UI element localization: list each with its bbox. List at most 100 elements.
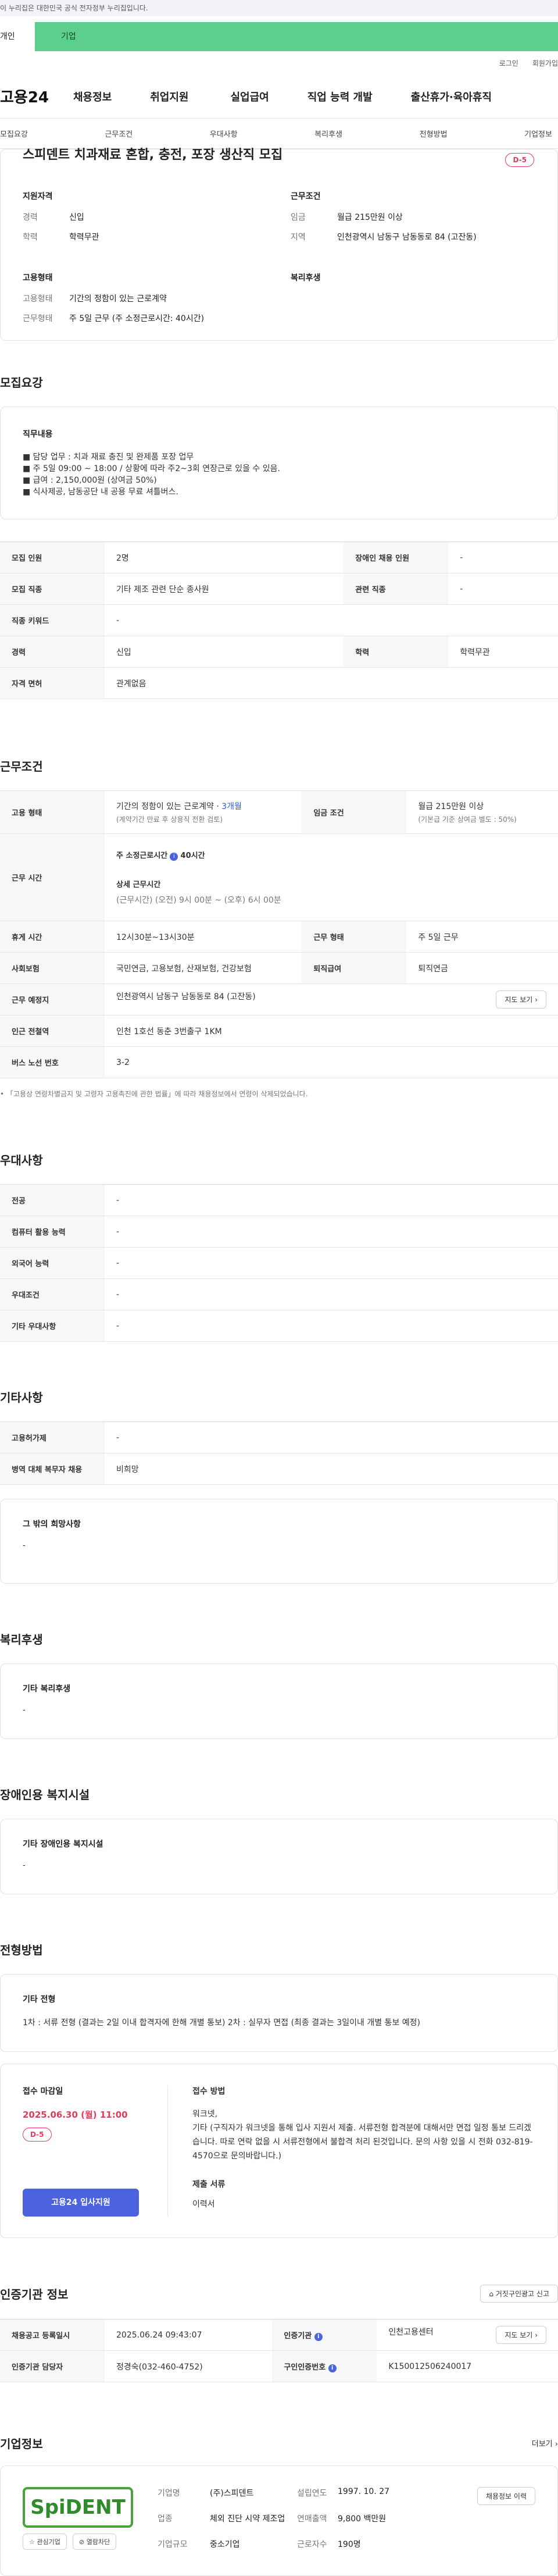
table-value: 정경숙(032-460-4752)	[105, 2350, 273, 2382]
subnav-selection[interactable]: 전형방법	[420, 128, 448, 139]
gnb-item-jobs[interactable]: 채용정보	[73, 89, 112, 104]
table-value: 인천 1호선 동춘 3번출구 1KM	[105, 1015, 558, 1047]
duty-line: ■ 급여 : 2,150,000원 (상여금 50%)	[23, 476, 157, 485]
docs-title: 제출 서류	[192, 2180, 226, 2189]
subnav-company[interactable]: 기업정보	[524, 128, 552, 139]
method-title: 접수 방법	[192, 2087, 226, 2096]
wage-value: 월급 215만원 이상	[418, 802, 484, 811]
table-row: 버스 노선 번호 3-2	[0, 1046, 558, 1078]
table-key: 직종 키워드	[0, 604, 105, 636]
summary-welfare: 복리후생	[291, 272, 535, 332]
age-footnote: • 「고용상 연령차별금지 및 고령자 고용촉진에 관한 법률」에 따라 채용정…	[0, 1090, 308, 1098]
table-key: 인증기관 i	[272, 2319, 377, 2351]
table-key: 컴퓨터 활용 능력	[0, 1216, 105, 1248]
recruit-table: 모집 인원 2명 장애인 채용 인원 - 모집 직종 기타 제조 관련 단순 종사원 …	[0, 541, 558, 699]
table-row: 자격 면허 관계없음	[0, 667, 558, 699]
table-row: 병역 대체 복무자 채용 비희망	[0, 1453, 558, 1485]
logo[interactable]: 고용24	[0, 85, 73, 107]
block-icon: ⊘	[79, 2538, 85, 2546]
subnav-prefer[interactable]: 우대사항	[210, 128, 238, 139]
duty-box: 직무내용 ■ 담당 업무 : 치과 재료 충진 및 완제품 포장 업무 ■ 주 …	[0, 407, 558, 519]
company-key: 업종	[158, 2514, 173, 2524]
gnb-item-unemployment[interactable]: 실업급여	[231, 89, 269, 104]
global-nav: 고용24 채용정보 취업지원 실업급여 직업 능력 개발 출산휴가·육아휴직	[0, 74, 558, 119]
map-view-label: 지도 보기	[505, 996, 533, 1004]
duty-title: 직무내용	[23, 430, 53, 439]
deadline-dday-badge: D-5	[23, 2128, 52, 2142]
subnav-welfare[interactable]: 복리후생	[314, 128, 342, 139]
table-row: 휴게 시간 12시30분~13시30분 근무 형태 주 5일 근무	[0, 921, 558, 953]
subnav-recruit[interactable]: 모집요강	[0, 128, 28, 139]
summary-value: 월급 215만원 이상	[337, 213, 403, 222]
company-value: 체외 진단 시약 제조업	[210, 2514, 285, 2524]
section-title-work: 근무조건	[0, 760, 43, 774]
map-view-button[interactable]: 지도 보기 ›	[496, 991, 546, 1009]
info-icon[interactable]: i	[170, 853, 178, 861]
table-value: -	[448, 541, 558, 573]
cert-org-value: 인천고용센터	[388, 2328, 434, 2337]
std-hours-label: 주 소정근로시간	[116, 851, 168, 860]
subnav-work[interactable]: 근무조건	[105, 128, 133, 139]
table-value: 퇴직연금	[406, 952, 558, 984]
table-key: 퇴직급여	[302, 952, 407, 984]
method-value-1: 워크넷,	[192, 2110, 218, 2119]
table-key: 근무 예정지	[0, 984, 105, 1016]
table-value: 주 소정근로시간 i 40시간 상세 근무시간 (근무시간) (오전) 9시 0…	[105, 833, 558, 921]
table-value: 학력무관	[448, 636, 558, 668]
duty-line: ■ 식사제공, 남동공단 내 공용 무료 셔틀버스.	[23, 487, 178, 497]
summary-qualification: 지원자격 경력 신입 학력 학력무관	[23, 190, 267, 251]
detail-hours-label: 상세 근무시간	[116, 881, 161, 889]
recruit-history-button[interactable]: 채용정보 이력	[477, 2487, 535, 2505]
table-row: 기타 우대사항 -	[0, 1310, 558, 1342]
login-link[interactable]: 로그인	[499, 58, 518, 68]
table-row: 인증기관 담당자 정경숙(032-460-4752) 구인인증번호 i K1500…	[0, 2350, 558, 2382]
table-row: 고용허가제 -	[0, 1421, 558, 1453]
cert-table: 채용공고 등록일시 2025.06.24 09:43:07 인증기관 i 인천고용…	[0, 2319, 558, 2382]
report-fake-ad-button[interactable]: ⌂ 거짓구인광고 신고	[480, 2285, 558, 2303]
table-value: -	[105, 1421, 558, 1453]
table-key: 고용 형태	[0, 790, 105, 834]
table-value: 주 5일 근무	[406, 921, 558, 953]
info-icon[interactable]: i	[328, 2364, 337, 2372]
etc-table: 고용허가제 - 병역 대체 복무자 채용 비희망	[0, 1421, 558, 1485]
summary-conditions: 근무조건 임금 월급 215만원 이상 지역 인천광역시 남동구 남동동로 84 (…	[291, 190, 535, 251]
favorite-company-button[interactable]: ☆ 관심기업	[23, 2534, 67, 2550]
table-value: 국민연금, 고용보험, 산재보험, 건강보험	[105, 952, 302, 984]
apply-method: 접수 방법 워크넷, 기타 (구직자가 워크넷을 통해 입사 지원서 제출. 서…	[168, 2085, 535, 2217]
info-icon[interactable]: i	[314, 2332, 323, 2341]
deadline-value: 2025.06.30 (월) 11:00	[23, 2110, 128, 2120]
summary-value: 주 5일 근무 (주 소정근로시간: 40시간)	[69, 314, 205, 323]
chevron-right-icon: ›	[535, 996, 538, 1004]
deadline-title: 접수 마감일	[23, 2087, 63, 2096]
cert-number-key: 구인인증번호	[284, 2363, 326, 2372]
more-label: 더보기	[531, 2440, 553, 2449]
header-util: 로그인 회원가입	[0, 51, 558, 74]
gnb-item-employment-support[interactable]: 취업지원	[150, 89, 188, 104]
tab-company[interactable]: 기업	[35, 22, 558, 51]
section-title-welfare: 복리후생	[0, 1633, 43, 1647]
cert-header: 인증기관 정보 ⌂ 거짓구인광고 신고	[0, 2285, 558, 2303]
more-link[interactable]: 더보기 ›	[532, 2438, 558, 2449]
table-key: 채용공고 등록일시	[0, 2319, 105, 2351]
tab-personal[interactable]: 개인	[0, 22, 35, 51]
cert-map-view-button[interactable]: 지도 보기 ›	[496, 2326, 546, 2344]
apply-button[interactable]: 고용24 입사지원	[23, 2189, 139, 2217]
join-link[interactable]: 회원가입	[532, 58, 558, 68]
table-row: 인근 전철역 인천 1호선 동춘 3번출구 1KM	[0, 1015, 558, 1047]
gnb-item-leave[interactable]: 출산휴가·육아휴직	[411, 89, 492, 104]
summary-key: 지역	[291, 233, 306, 242]
block-company-button[interactable]: ⊘ 열람차단	[73, 2534, 117, 2550]
chevron-right-icon: ›	[535, 2331, 538, 2339]
table-row: 사회보험 국민연금, 고용보험, 산재보험, 건강보험 퇴직급여 퇴직연금	[0, 952, 558, 984]
table-value: 월급 215만원 이상 (기본급 기준 상여금 별도 : 50%)	[406, 790, 558, 834]
table-value: -	[105, 1247, 558, 1279]
table-key: 인근 전철역	[0, 1015, 105, 1047]
block-company-label: 열람차단	[86, 2538, 110, 2546]
gnb-item-training[interactable]: 직업 능력 개발	[307, 89, 373, 104]
table-value: 기타 제조 관련 단순 종사원	[105, 573, 344, 605]
table-key: 모집 인원	[0, 541, 105, 573]
other-wishes-box: 그 밖의 희망사항 -	[0, 1499, 558, 1584]
table-key: 모집 직종	[0, 573, 105, 605]
table-row: 우대조건 -	[0, 1278, 558, 1310]
table-key: 근무 형태	[302, 921, 407, 953]
